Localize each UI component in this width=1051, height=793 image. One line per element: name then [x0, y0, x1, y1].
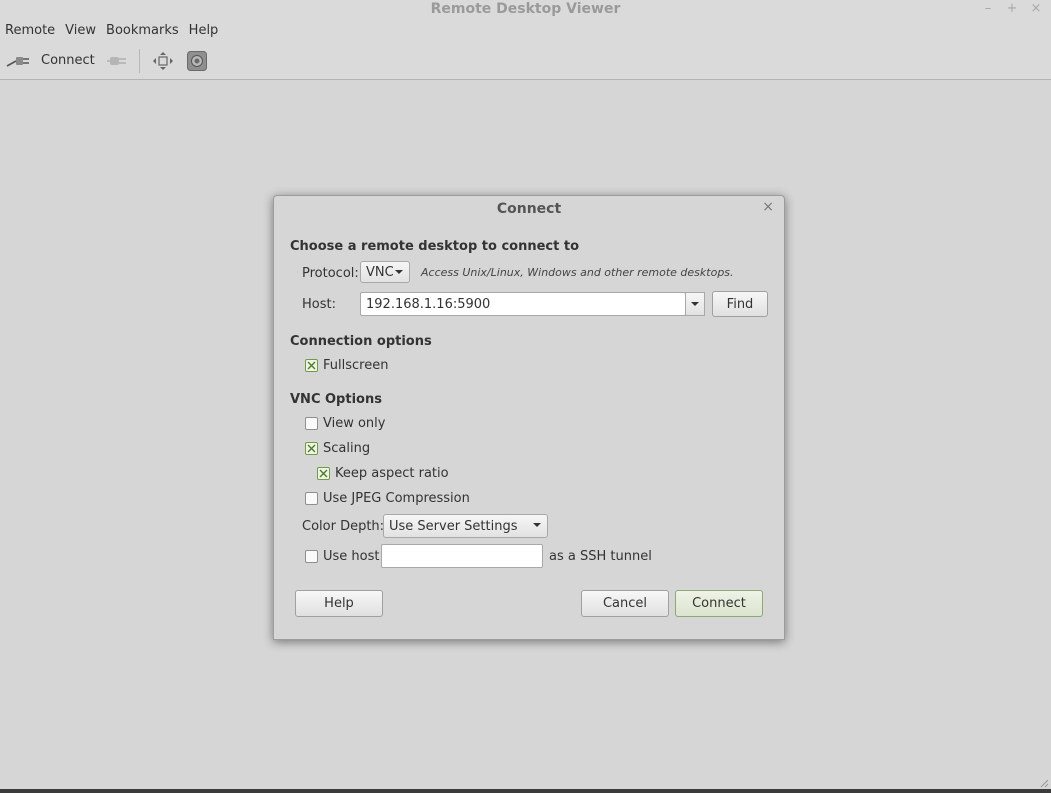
- host-input[interactable]: 192.168.1.16:5900: [360, 292, 686, 316]
- disconnect-plug-icon: [105, 51, 131, 71]
- jpeg-check-icon: [305, 492, 318, 505]
- close-button[interactable]: ×: [1029, 0, 1043, 20]
- host-label: Host:: [302, 297, 336, 312]
- protocol-description: Access Unix/Linux, Windows and other rem…: [421, 266, 734, 279]
- help-button[interactable]: Help: [295, 590, 383, 617]
- ssh-tunnel-suffix: as a SSH tunnel: [549, 549, 652, 564]
- connection-options-heading: Connection options: [290, 334, 432, 349]
- chevron-down-icon: [533, 523, 541, 527]
- connect-button[interactable]: Connect: [675, 590, 763, 617]
- dialog-close-icon[interactable]: ×: [762, 199, 774, 215]
- window-title: Remote Desktop Viewer: [430, 1, 621, 17]
- toolbar-connect-button[interactable]: Connect: [5, 46, 95, 76]
- ssh-host-input[interactable]: [381, 544, 543, 568]
- window-titlebar: Remote Desktop Viewer – + ×: [0, 0, 1051, 20]
- keep-aspect-checkbox[interactable]: Keep aspect ratio: [317, 466, 449, 481]
- minimize-button[interactable]: –: [981, 0, 995, 20]
- protocol-label: Protocol:: [302, 266, 359, 281]
- host-value: 192.168.1.16:5900: [366, 296, 491, 312]
- color-depth-label: Color Depth:: [302, 519, 385, 534]
- menu-remote[interactable]: Remote: [0, 20, 60, 42]
- connect-dialog: Connect × Choose a remote desktop to con…: [273, 195, 785, 640]
- chevron-down-icon: [691, 302, 699, 306]
- jpeg-checkbox[interactable]: Use JPEG Compression: [305, 491, 470, 506]
- menu-help[interactable]: Help: [184, 20, 224, 42]
- menu-bookmarks[interactable]: Bookmarks: [101, 20, 184, 42]
- toolbar-disconnect-button[interactable]: [105, 46, 131, 76]
- toolbar-fit-button[interactable]: [150, 46, 176, 76]
- window-controls: – + ×: [981, 0, 1043, 20]
- view-only-label: View only: [323, 416, 386, 431]
- scaling-checkbox[interactable]: Scaling: [305, 441, 370, 456]
- color-depth-select[interactable]: Use Server Settings: [383, 514, 548, 538]
- menu-bar: Remote View Bookmarks Help: [0, 20, 1051, 42]
- fullscreen-label: Fullscreen: [323, 358, 389, 373]
- find-button[interactable]: Find: [712, 291, 768, 317]
- toolbar-screenshot-button[interactable]: [184, 46, 210, 76]
- scaling-label: Scaling: [323, 441, 371, 456]
- ssh-tunnel-check-icon: [305, 550, 318, 563]
- ssh-tunnel-checkbox[interactable]: Use host: [305, 549, 379, 564]
- protocol-select[interactable]: VNC: [360, 261, 410, 283]
- screenshot-icon: [184, 50, 210, 71]
- maximize-button[interactable]: +: [1005, 0, 1019, 20]
- vnc-options-heading: VNC Options: [290, 392, 382, 407]
- color-depth-value: Use Server Settings: [389, 518, 518, 534]
- dialog-title: Connect: [496, 201, 562, 217]
- menu-view[interactable]: View: [60, 20, 101, 42]
- resize-grip-icon[interactable]: [1039, 777, 1049, 788]
- choose-heading: Choose a remote desktop to connect to: [290, 239, 580, 254]
- taskbar-strip: [0, 789, 1051, 793]
- host-history-button[interactable]: [685, 292, 705, 316]
- view-only-checkbox[interactable]: View only: [305, 416, 385, 431]
- toolbar-separator: [138, 48, 140, 73]
- fullscreen-checkbox[interactable]: Fullscreen: [305, 358, 388, 373]
- scaling-check-icon: [305, 442, 318, 455]
- keep-aspect-label: Keep aspect ratio: [335, 466, 449, 481]
- protocol-value: VNC: [366, 264, 394, 280]
- connect-plug-icon: [5, 51, 31, 71]
- keep-aspect-check-icon: [317, 467, 330, 480]
- toolbar-connect-label: Connect: [41, 53, 95, 68]
- jpeg-label: Use JPEG Compression: [323, 491, 470, 506]
- fit-window-icon: [150, 51, 176, 71]
- view-only-check-icon: [305, 417, 318, 430]
- cancel-button[interactable]: Cancel: [581, 590, 669, 617]
- chevron-down-icon: [395, 270, 403, 274]
- ssh-tunnel-label: Use host: [323, 549, 380, 564]
- toolbar: Connect: [0, 42, 1051, 80]
- fullscreen-check-icon: [305, 359, 318, 372]
